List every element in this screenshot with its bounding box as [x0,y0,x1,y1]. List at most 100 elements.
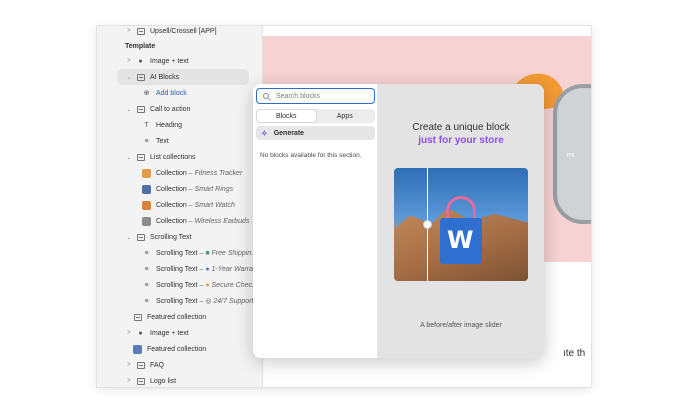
chevron-down-icon[interactable]: ⌄ [125,74,133,81]
sidebar-item-label: Featured collection [147,313,207,321]
sidebar-item-call-to-action[interactable]: ⌄ Call to action [97,101,262,117]
sidebar-item-label: FAQ [150,361,165,369]
support-emoji-icon: ◎ [205,298,212,305]
sidebar-item-logo-list[interactable]: > Logo list [97,373,262,387]
sidebar-item-detail: Smart Watch [194,201,235,209]
chevron-down-icon[interactable]: ⌄ [125,234,133,241]
search-icon [263,93,269,99]
section-icon [136,105,145,114]
sidebar-item-ai-blocks[interactable]: ⌄ AI Blocks [117,69,249,85]
sidebar-item-detail: Wireless Earbuds [194,217,250,225]
sidebar-item-label: Collection [156,217,187,225]
text-lines-icon: ≡ [144,297,149,305]
sidebar-item-list-collections[interactable]: ⌄ List collections [97,149,262,165]
lock-emoji-icon: ● [205,281,210,289]
tab-apps[interactable]: Apps [316,110,375,122]
app-block-icon [136,27,145,36]
block-picker-popover: Search blocks Blocks Apps ✧ Generate No … [253,84,544,358]
promo-caption: A before/after image slider [420,322,502,329]
before-after-image[interactable]: W [394,168,528,281]
plus-circle-icon: ⊕ [143,90,150,97]
sidebar-item-label: Collection [156,201,187,209]
sidebar-item-heading[interactable]: T Heading [97,117,262,133]
add-block-button[interactable]: ⊕ Add block [97,85,262,101]
sidebar-item-scrolling-shipping[interactable]: ≡ Scrolling Text – ■ Free Shippin... [97,245,262,261]
editor-window: > Upsell/Crossell [APP] Template > ● Ima… [97,26,591,387]
sidebar-item-label: Heading [156,121,183,129]
scrolling-text-icon [136,233,145,242]
chevron-right-icon[interactable]: > [125,362,133,368]
sidebar-item-label: Call to action [150,105,191,113]
shipping-emoji-icon: ■ [205,249,210,257]
chevron-right-icon[interactable]: > [125,330,133,336]
sidebar-item-image-text[interactable]: > ● Image + text [97,53,262,69]
sidebar-item-label: List collections [150,153,196,161]
sidebar-item-collection-fitness[interactable]: Collection – Fitness Tracker [97,165,262,181]
section-icon [136,361,145,370]
sidebar-item-scrolling-support[interactable]: ≡ Scrolling Text – ◎ 24/7 Support [97,293,262,309]
sidebar-item-featured-collection-2[interactable]: Featured collection [97,341,262,357]
sidebar-item-label: Scrolling Text [156,249,198,257]
chevron-down-icon[interactable]: ⌄ [125,154,133,161]
sidebar-item-scrolling-text[interactable]: ⌄ Scrolling Text [97,229,262,245]
product-image-watch [553,84,591,224]
shield-emoji-icon: ● [205,265,210,273]
text-lines-icon: ≡ [144,137,149,145]
block-picker-list: Search blocks Blocks Apps ✧ Generate No … [253,84,378,358]
search-placeholder: Search blocks [276,92,320,100]
empty-state-message: No blocks available for this section. [260,152,362,159]
sparkle-icon: ✧ [261,128,268,138]
sidebar-item-label: Text [156,137,169,145]
tab-blocks[interactable]: Blocks [257,110,316,122]
generate-button[interactable]: ✧ Generate [256,126,375,140]
add-block-label: Add block [156,89,187,97]
sidebar-item-label: Collection [156,185,187,193]
chevron-right-icon[interactable]: > [125,378,133,384]
sidebar-item-label: AI Blocks [150,73,180,81]
sidebar-item-label: Scrolling Text [150,233,192,241]
search-input[interactable]: Search blocks [256,88,375,104]
sidebar-item-detail: Secure Chec... [211,281,258,289]
collection-thumb-icon [142,184,151,194]
sidebar-item-faq[interactable]: > FAQ [97,357,262,373]
text-lines-icon: ≡ [144,265,149,273]
collection-thumb-icon [142,216,151,226]
sidebar-item-label: Image + text [150,57,189,65]
sidebar-item-detail: 24/7 Support [213,297,254,305]
sidebar-item-image-text-2[interactable]: > ● Image + text [97,325,262,341]
sidebar: > Upsell/Crossell [APP] Template > ● Ima… [97,26,263,387]
logo-list-icon [136,377,145,386]
sidebar-item-collection-rings[interactable]: Collection – Smart Rings [97,181,262,197]
sidebar-item-text[interactable]: ≡ Text [97,133,262,149]
sidebar-item-featured-collection[interactable]: Featured collection [97,309,262,325]
chevron-down-icon[interactable]: ⌄ [125,106,133,113]
template-section-label: Template [125,43,156,50]
sidebar-item-label: Upsell/Crossell [APP] [150,27,217,35]
sidebar-item-label: Collection [156,169,187,177]
sidebar-item-upsell[interactable]: > Upsell/Crossell [APP] [97,26,262,39]
sidebar-item-label: Logo list [150,377,177,385]
preview-text-fragment: ıte th [563,348,586,359]
text-lines-icon: ≡ [144,249,149,257]
image-text-icon: ● [138,329,143,337]
sidebar-item-collection-earbuds[interactable]: Collection – Wireless Earbuds [97,213,262,229]
slider-handle[interactable] [423,220,432,229]
sidebar-item-label: Featured collection [147,345,207,353]
generate-label: Generate [273,129,305,137]
chevron-right-icon[interactable]: > [125,28,133,34]
sidebar-item-scrolling-warranty[interactable]: ≡ Scrolling Text – ● 1-Year Warra... [97,261,262,277]
sidebar-item-collection-watch[interactable]: Collection – Smart Watch [97,197,262,213]
sidebar-item-label: Scrolling Text [156,297,198,305]
collection-thumb-icon [133,344,142,354]
collection-thumb-icon [142,168,151,178]
section-icon [133,313,142,322]
image-text-icon: ● [138,57,143,65]
chevron-right-icon[interactable]: > [125,58,133,64]
sidebar-item-label: Scrolling Text [156,265,198,273]
sidebar-item-scrolling-secure[interactable]: ≡ Scrolling Text – ● Secure Chec... [97,277,262,293]
text-lines-icon: ≡ [144,281,149,289]
section-icon [136,153,145,162]
promo-subtitle: just for your store [418,135,504,146]
sidebar-item-label: Image + text [150,329,189,337]
promo-title: Create a unique block [412,122,510,133]
